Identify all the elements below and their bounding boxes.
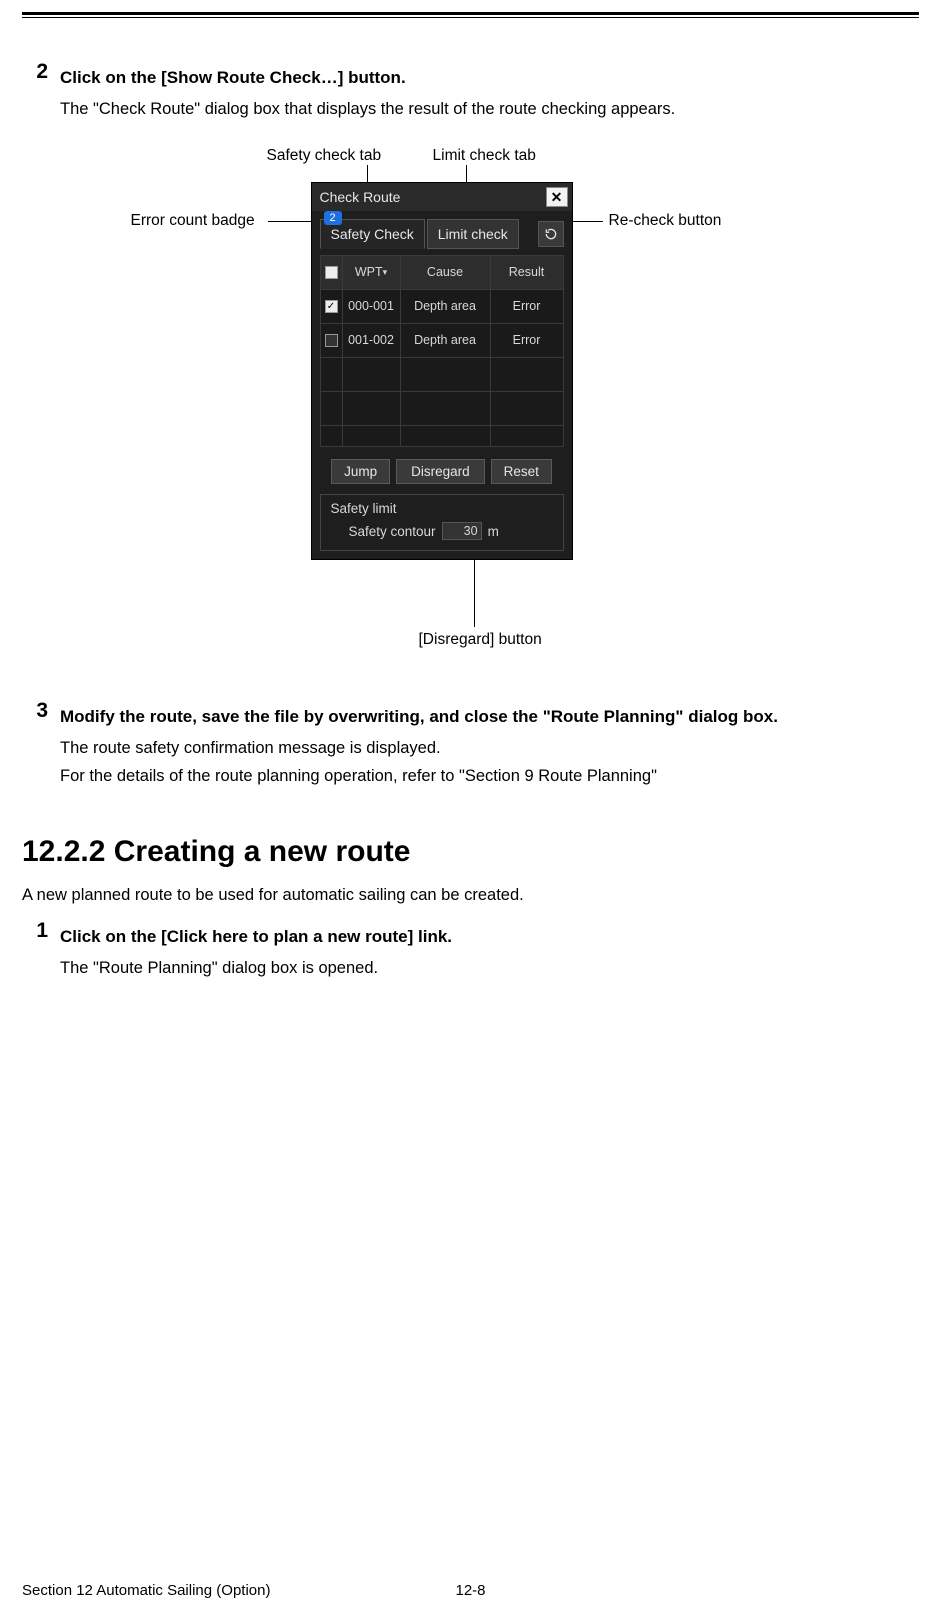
button-row: Jump Disregard Reset [320,459,564,484]
table-row [321,358,563,392]
step-body: Modify the route, save the file by overw… [60,699,919,790]
callout-limit-tab: Limit check tab [433,147,536,165]
jump-button[interactable]: Jump [331,459,390,484]
table-header: WPT Cause Result [321,256,563,290]
recheck-button[interactable] [538,221,564,247]
step-title: Click on the [Click here to plan a new r… [60,923,919,950]
table-row [321,392,563,426]
close-icon: ✕ [551,189,563,206]
step-text: The "Check Route" dialog box that displa… [60,95,919,123]
safety-contour-input[interactable] [442,522,482,540]
page-content: 2 Click on the [Show Route Check…] butto… [22,60,919,996]
dialog-titlebar: Check Route ✕ [312,183,572,211]
callout-safety-tab: Safety check tab [267,147,382,165]
callout-error-badge: Error count badge [131,212,255,230]
step-text: For the details of the route planning op… [60,762,919,790]
row-wpt: 001-002 [343,324,401,357]
row-result: Error [491,290,563,323]
callout-disregard: [Disregard] button [419,631,542,649]
row-wpt: 000-001 [343,290,401,323]
checkbox-icon: ✓ [325,300,338,313]
tab-limit-check[interactable]: Limit check [427,219,519,249]
table-row [321,426,563,446]
figure-check-route: Safety check tab Limit check tab Error c… [111,137,831,657]
col-result[interactable]: Result [491,256,563,289]
step-text: The route safety confirmation message is… [60,734,919,762]
step-3: 3 Modify the route, save the file by ove… [22,699,919,790]
safety-contour-label: Safety contour [349,524,436,539]
step-number: 3 [22,699,48,790]
result-table: WPT Cause Result ✓ 000-001 Depth area Er… [320,255,564,447]
safety-contour-row: Safety contour m [331,522,553,540]
step-2: 2 Click on the [Show Route Check…] butto… [22,60,919,123]
col-checkbox[interactable] [321,256,343,289]
section-heading: 12.2.2 Creating a new route [22,835,919,869]
footer-section: Section 12 Automatic Sailing (Option) [22,1582,270,1599]
tab-row: 2 Safety Check Limit check [320,219,564,249]
checkbox-icon [325,266,338,279]
step-body: Click on the [Show Route Check…] button.… [60,60,919,123]
row-checkbox[interactable] [321,324,343,357]
col-cause[interactable]: Cause [401,256,491,289]
close-button[interactable]: ✕ [546,187,568,207]
error-count-badge: 2 [324,211,342,225]
step-body: Click on the [Click here to plan a new r… [60,919,919,982]
safety-limit-box: Safety limit Safety contour m [320,494,564,551]
page-top-rule [22,12,919,18]
table-row[interactable]: 001-002 Depth area Error [321,324,563,358]
page-footer: Section 12 Automatic Sailing (Option) 12… [22,1582,919,1599]
step-title: Click on the [Show Route Check…] button. [60,64,919,91]
step-title: Modify the route, save the file by overw… [60,703,919,730]
refresh-icon [544,227,558,241]
step-1-new: 1 Click on the [Click here to plan a new… [22,919,919,982]
step-text: The "Route Planning" dialog box is opene… [60,954,919,982]
section-intro: A new planned route to be used for autom… [22,881,919,909]
row-checkbox[interactable]: ✓ [321,290,343,323]
table-row[interactable]: ✓ 000-001 Depth area Error [321,290,563,324]
step-number: 1 [22,919,48,982]
reset-button[interactable]: Reset [491,459,552,484]
disregard-button[interactable]: Disregard [396,459,485,484]
row-cause: Depth area [401,290,491,323]
row-result: Error [491,324,563,357]
col-wpt[interactable]: WPT [343,256,401,289]
callout-recheck: Re-check button [609,212,722,230]
safety-contour-unit: m [488,524,499,539]
row-cause: Depth area [401,324,491,357]
step-number: 2 [22,60,48,123]
safety-limit-title: Safety limit [331,501,553,516]
dialog-body: 2 Safety Check Limit check WPT Cause [312,211,572,559]
check-route-dialog: Check Route ✕ 2 Safety Check Limit check [311,182,573,560]
footer-page: 12-8 [455,1582,485,1599]
dialog-title: Check Route [320,189,401,205]
checkbox-icon [325,334,338,347]
